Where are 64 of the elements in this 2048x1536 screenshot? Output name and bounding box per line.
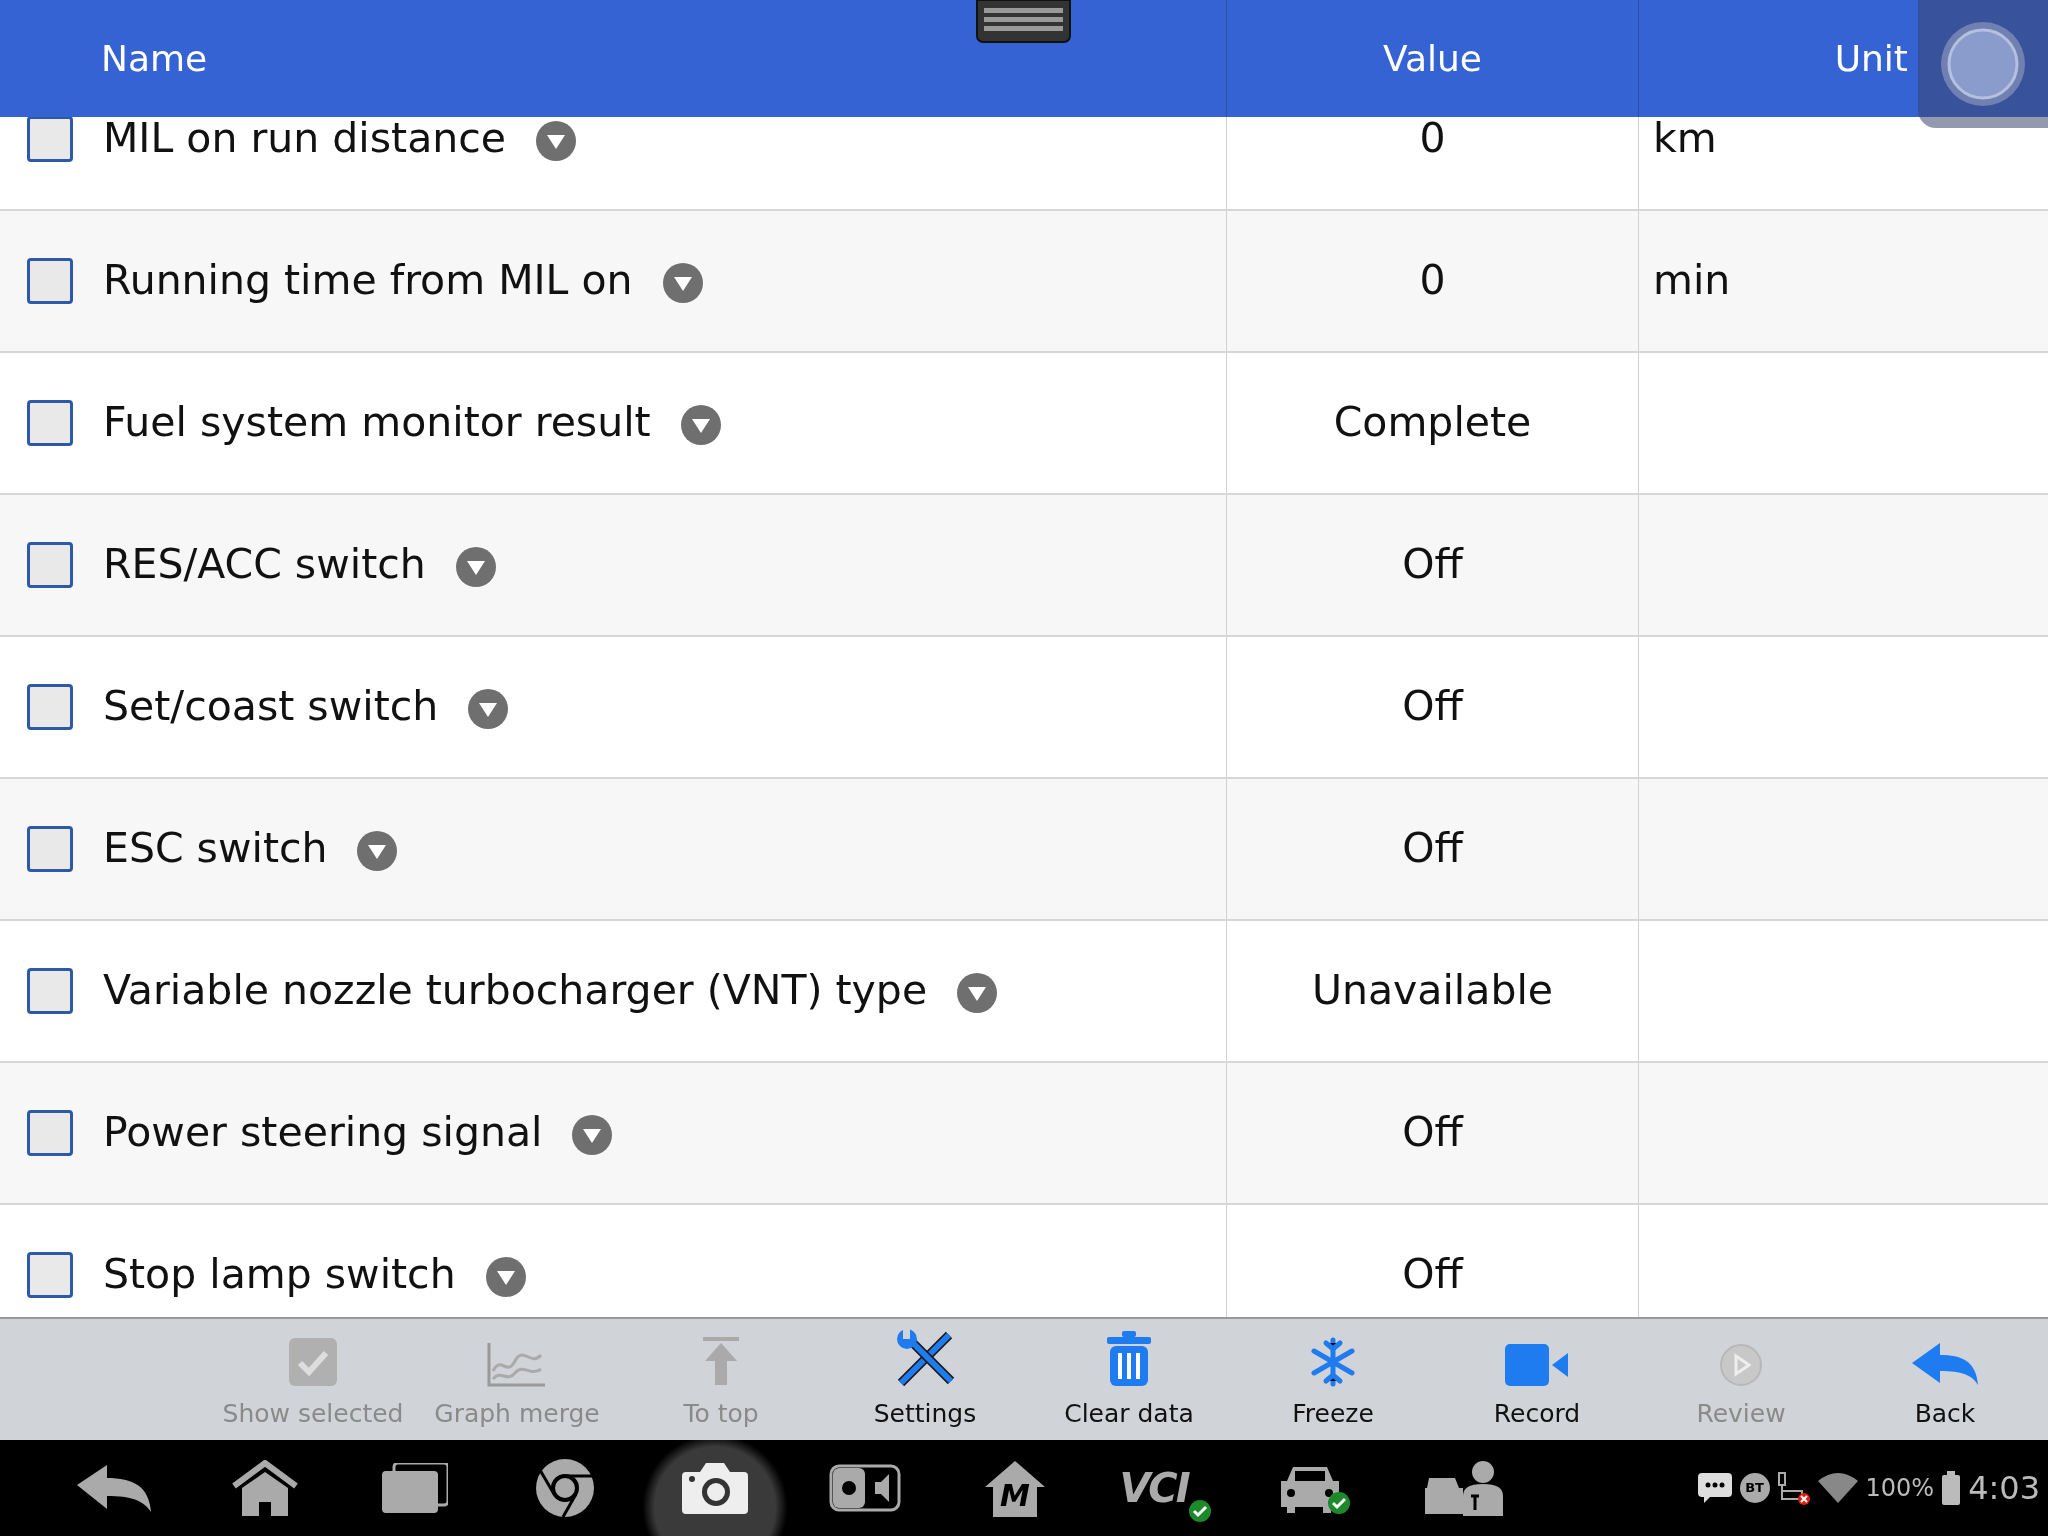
upload-arrow-icon xyxy=(703,1336,739,1387)
check-icon xyxy=(288,1336,338,1387)
parameter-name: RES/ACC switch xyxy=(103,539,426,591)
wrench-screwdriver-icon xyxy=(895,1326,955,1387)
windows-icon xyxy=(382,1463,448,1513)
parameter-value: 0 xyxy=(1419,117,1446,165)
toolbar-button[interactable]: Clear data xyxy=(1027,1319,1231,1440)
home-icon xyxy=(230,1460,300,1516)
check-badge-icon xyxy=(1188,1500,1211,1522)
parameter-value: Off xyxy=(1402,681,1463,733)
battery-icon xyxy=(1942,1471,1961,1505)
parameter-value: Off xyxy=(1402,539,1463,591)
checkbox[interactable] xyxy=(27,117,73,162)
nav-button[interactable]: M xyxy=(940,1440,1090,1536)
battery-level: 100% xyxy=(1865,1473,1935,1504)
parameter-value: Off xyxy=(1402,1249,1463,1301)
parameter-name: Fuel system monitor result xyxy=(103,397,651,449)
column-header: Unit xyxy=(1834,36,1908,81)
parameter-name: MIL on run distance xyxy=(103,117,507,165)
parameter-name: Variable nozzle turbocharger (VNT) type xyxy=(103,965,928,1017)
checkbox[interactable] xyxy=(27,1252,73,1298)
checkbox[interactable] xyxy=(27,542,73,588)
checkbox[interactable] xyxy=(27,258,73,304)
browser-icon xyxy=(535,1458,595,1518)
parameter-value: Off xyxy=(1402,1107,1463,1159)
parameter-value: 0 xyxy=(1419,255,1446,307)
toolbar-button[interactable]: Freeze xyxy=(1231,1319,1435,1440)
parameter-name: Power steering signal xyxy=(103,1107,543,1159)
parameter-name: ESC switch xyxy=(103,823,328,875)
m-home-icon: M xyxy=(983,1459,1047,1517)
nav-button[interactable]: VCI xyxy=(1090,1440,1240,1536)
toolbar-button[interactable]: Settings xyxy=(823,1319,1027,1440)
chat-icon xyxy=(1697,1473,1732,1503)
checkbox[interactable] xyxy=(27,826,73,872)
bluetooth-icon: BT xyxy=(1739,1473,1770,1503)
parameter-value: Off xyxy=(1402,823,1463,875)
back-arrow-icon xyxy=(1910,1340,1980,1387)
column-header: Value xyxy=(1383,36,1482,81)
toolbar-button[interactable]: Record xyxy=(1435,1319,1639,1440)
trash-icon xyxy=(1106,1330,1152,1387)
drag-handle-icon[interactable] xyxy=(976,0,1071,43)
brightness-volume-icon xyxy=(829,1464,901,1512)
floating-button[interactable] xyxy=(1918,0,2048,128)
parameter-unit: min xyxy=(1653,255,1731,307)
checkbox[interactable] xyxy=(27,684,73,730)
checkbox[interactable] xyxy=(27,1110,73,1156)
parameter-name: Set/coast switch xyxy=(103,681,439,733)
checkbox[interactable] xyxy=(27,968,73,1014)
parameter-name: Stop lamp switch xyxy=(103,1249,456,1301)
snowflake-icon xyxy=(1308,1336,1358,1387)
column-header: Name xyxy=(101,36,208,81)
network-error-icon xyxy=(1777,1471,1810,1505)
parameter-value: Unavailable xyxy=(1311,965,1554,1017)
toolbar-button[interactable]: Back xyxy=(1843,1319,2047,1440)
parameter-unit: km xyxy=(1653,117,1717,165)
camera-icon xyxy=(682,1462,748,1514)
play-icon xyxy=(1719,1342,1763,1387)
graph-icon xyxy=(487,1340,547,1387)
wifi-icon xyxy=(1817,1473,1858,1503)
parameter-value: Complete xyxy=(1333,397,1532,449)
checkbox[interactable] xyxy=(27,400,73,446)
video-camera-icon xyxy=(1504,1342,1570,1387)
clock-time: 4:03 xyxy=(1968,1468,2040,1509)
parameter-name: Running time from MIL on xyxy=(103,255,633,307)
